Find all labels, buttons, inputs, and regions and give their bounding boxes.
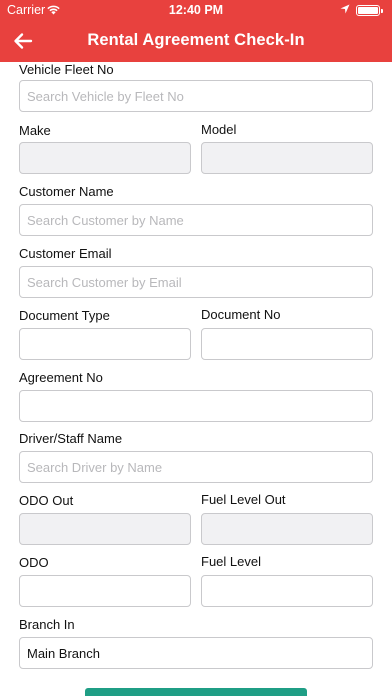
agreement-no-label: Agreement No — [19, 370, 103, 385]
customer-name-label: Customer Name — [19, 184, 114, 199]
fuel-level-out-field — [201, 513, 373, 545]
location-arrow-icon — [340, 4, 350, 14]
branch-in-label: Branch In — [19, 617, 75, 632]
document-type-field[interactable] — [19, 328, 191, 360]
driver-staff-name-input[interactable] — [19, 451, 373, 483]
odo-out-label: ODO Out — [19, 493, 74, 508]
customer-name-input[interactable] — [19, 204, 373, 236]
document-type-label: Document Type — [19, 308, 110, 323]
fuel-level-field[interactable] — [201, 575, 373, 607]
odo-label: ODO — [19, 555, 49, 570]
fuel-level-out-label: Fuel Level Out — [201, 492, 286, 507]
clock: 12:40 PM — [168, 3, 224, 17]
odo-field[interactable] — [19, 575, 191, 607]
odo-out-field — [19, 513, 191, 545]
submit-button[interactable] — [85, 688, 307, 696]
battery-nub — [381, 9, 383, 13]
page-title: Rental Agreement Check-In — [87, 31, 305, 49]
document-no-label: Document No — [201, 307, 281, 322]
make-label: Make — [19, 123, 51, 138]
battery-fill — [358, 7, 378, 14]
make-field — [19, 142, 191, 174]
driver-staff-name-label: Driver/Staff Name — [19, 431, 123, 446]
customer-email-input[interactable] — [19, 266, 373, 298]
vehicle-fleet-no-input[interactable] — [19, 80, 373, 112]
fuel-level-label: Fuel Level — [201, 554, 261, 569]
battery-icon — [356, 5, 383, 16]
branch-in-field[interactable] — [19, 637, 373, 669]
vehicle-fleet-no-label: Vehicle Fleet No — [19, 62, 114, 77]
nav-bar: Rental Agreement Check-In — [0, 20, 392, 62]
model-field — [201, 142, 373, 174]
document-no-field[interactable] — [201, 328, 373, 360]
customer-email-label: Customer Email — [19, 246, 112, 261]
agreement-no-field[interactable] — [19, 390, 373, 422]
status-bar: Carrier 12:40 PM — [0, 0, 392, 20]
model-label: Model — [201, 122, 237, 137]
